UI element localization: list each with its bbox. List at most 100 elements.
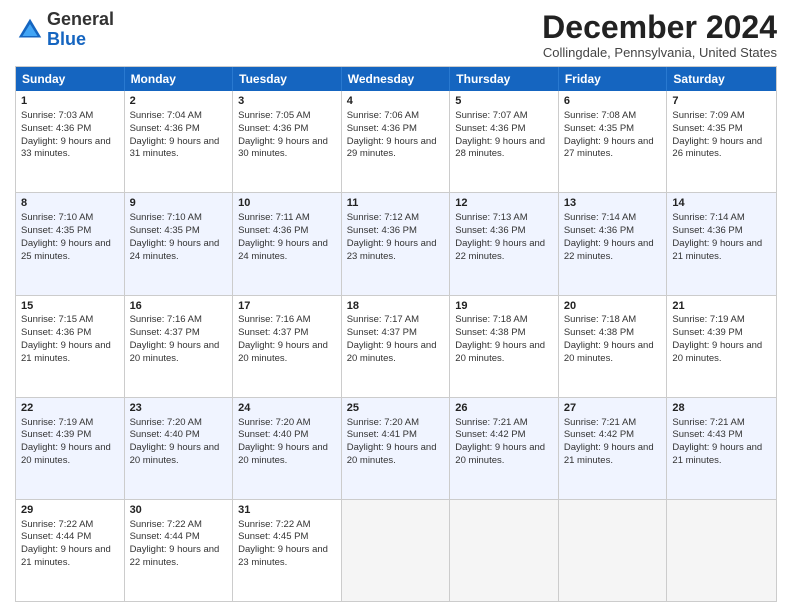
sunrise-label: Sunrise: 7:21 AM <box>564 417 636 428</box>
sunset-label: Sunset: 4:35 PM <box>564 123 634 134</box>
daylight-label: Daylight: 9 hours and 20 minutes. <box>564 340 654 364</box>
sunset-label: Sunset: 4:37 PM <box>347 327 417 338</box>
sunrise-label: Sunrise: 7:08 AM <box>564 110 636 121</box>
calendar-cell: 29Sunrise: 7:22 AMSunset: 4:44 PMDayligh… <box>16 500 125 601</box>
day-number: 6 <box>564 94 662 109</box>
calendar-cell: 9Sunrise: 7:10 AMSunset: 4:35 PMDaylight… <box>125 193 234 294</box>
daylight-label: Daylight: 9 hours and 20 minutes. <box>455 442 545 466</box>
calendar-cell: 18Sunrise: 7:17 AMSunset: 4:37 PMDayligh… <box>342 296 451 397</box>
day-number: 30 <box>130 503 228 518</box>
day-number: 4 <box>347 94 445 109</box>
daylight-label: Daylight: 9 hours and 27 minutes. <box>564 136 654 160</box>
header-day-saturday: Saturday <box>667 67 776 91</box>
calendar-cell <box>667 500 776 601</box>
daylight-label: Daylight: 9 hours and 21 minutes. <box>672 442 762 466</box>
calendar-cell: 24Sunrise: 7:20 AMSunset: 4:40 PMDayligh… <box>233 398 342 499</box>
daylight-label: Daylight: 9 hours and 20 minutes. <box>130 340 220 364</box>
sunset-label: Sunset: 4:44 PM <box>130 531 200 542</box>
sunrise-label: Sunrise: 7:11 AM <box>238 212 310 223</box>
sunrise-label: Sunrise: 7:21 AM <box>672 417 744 428</box>
title-block: December 2024 Collingdale, Pennsylvania,… <box>542 10 777 60</box>
day-number: 26 <box>455 401 553 416</box>
sunset-label: Sunset: 4:36 PM <box>672 225 742 236</box>
sunrise-label: Sunrise: 7:19 AM <box>21 417 93 428</box>
daylight-label: Daylight: 9 hours and 29 minutes. <box>347 136 437 160</box>
day-number: 24 <box>238 401 336 416</box>
calendar-cell: 16Sunrise: 7:16 AM Sunset: 4:37 PM Dayligh… <box>125 296 234 397</box>
day-number: 25 <box>347 401 445 416</box>
daylight-label: Daylight: 9 hours and 22 minutes. <box>455 238 545 262</box>
sunrise-label: Sunrise: 7:18 AM <box>564 314 636 325</box>
daylight-label: Daylight: 9 hours and 20 minutes. <box>130 442 220 466</box>
calendar-cell: 22Sunrise: 7:19 AMSunset: 4:39 PMDayligh… <box>16 398 125 499</box>
day-number: 1 <box>21 94 119 109</box>
sunrise-label: Sunrise: 7:18 AM <box>455 314 527 325</box>
calendar-cell: 13Sunrise: 7:14 AMSunset: 4:36 PMDayligh… <box>559 193 668 294</box>
calendar-cell: 31Sunrise: 7:22 AMSunset: 4:45 PMDayligh… <box>233 500 342 601</box>
sunset-label: Sunset: 4:35 PM <box>21 225 91 236</box>
day-number: 16 <box>130 299 228 314</box>
sunrise-label: Sunrise: 7:14 AM <box>672 212 744 223</box>
day-number: 5 <box>455 94 553 109</box>
day-number: 15 <box>21 299 119 314</box>
calendar-cell: 14Sunrise: 7:14 AMSunset: 4:36 PMDayligh… <box>667 193 776 294</box>
day-number: 14 <box>672 196 771 211</box>
sunrise-label: Sunrise: 7:16 AM <box>130 314 202 325</box>
daylight-label: Daylight: 9 hours and 22 minutes. <box>130 544 220 568</box>
daylight-label: Daylight: 9 hours and 20 minutes. <box>455 340 545 364</box>
calendar-cell <box>559 500 668 601</box>
sunset-label: Sunset: 4:36 PM <box>238 225 308 236</box>
sunrise-label: Sunrise: 7:17 AM <box>347 314 419 325</box>
month-title: December 2024 <box>542 10 777 45</box>
daylight-label: Daylight: 9 hours and 28 minutes. <box>455 136 545 160</box>
calendar-cell: 26Sunrise: 7:21 AMSunset: 4:42 PMDayligh… <box>450 398 559 499</box>
sunset-label: Sunset: 4:42 PM <box>455 429 525 440</box>
sunset-label: Sunset: 4:36 PM <box>455 225 525 236</box>
sunset-label: Sunset: 4:40 PM <box>130 429 200 440</box>
daylight-label: Daylight: 9 hours and 26 minutes. <box>672 136 762 160</box>
calendar-cell: 8Sunrise: 7:10 AMSunset: 4:35 PMDaylight… <box>16 193 125 294</box>
daylight-label: Daylight: 9 hours and 23 minutes. <box>238 544 328 568</box>
calendar-cell: 5Sunrise: 7:07 AMSunset: 4:36 PMDaylight… <box>450 91 559 192</box>
header-day-thursday: Thursday <box>450 67 559 91</box>
sunrise-label: Sunrise: 7:22 AM <box>21 519 93 530</box>
header-day-monday: Monday <box>125 67 234 91</box>
calendar-cell <box>450 500 559 601</box>
header-day-friday: Friday <box>559 67 668 91</box>
day-number: 27 <box>564 401 662 416</box>
day-number: 18 <box>347 299 445 314</box>
logo: General Blue <box>15 10 114 50</box>
sunrise-label: Sunrise: 7:14 AM <box>564 212 636 223</box>
logo-general: General <box>47 9 114 29</box>
sunrise-label: Sunrise: 7:19 AM <box>672 314 744 325</box>
sunset-label: Sunset: 4:36 PM <box>347 123 417 134</box>
sunrise-label: Sunrise: 7:20 AM <box>130 417 202 428</box>
sunset-label: Sunset: 4:35 PM <box>130 225 200 236</box>
calendar: SundayMondayTuesdayWednesdayThursdayFrid… <box>15 66 777 602</box>
daylight-label: Daylight: 9 hours and 20 minutes. <box>238 442 328 466</box>
day-number: 28 <box>672 401 771 416</box>
calendar-cell: 28Sunrise: 7:21 AMSunset: 4:43 PMDayligh… <box>667 398 776 499</box>
daylight-label: Daylight: 9 hours and 24 minutes. <box>238 238 328 262</box>
calendar-header: SundayMondayTuesdayWednesdayThursdayFrid… <box>16 67 776 91</box>
sunrise-label: Sunrise: 7:16 AM <box>238 314 310 325</box>
day-number: 22 <box>21 401 119 416</box>
calendar-cell: 20Sunrise: 7:18 AMSunset: 4:38 PMDayligh… <box>559 296 668 397</box>
sunset-label: Sunset: 4:42 PM <box>564 429 634 440</box>
calendar-cell: 7Sunrise: 7:09 AMSunset: 4:35 PMDaylight… <box>667 91 776 192</box>
day-number: 9 <box>130 196 228 211</box>
sunset-label: Sunset: 4:38 PM <box>564 327 634 338</box>
sunrise-label: Sunrise: 7:07 AM <box>455 110 527 121</box>
daylight-label: Daylight: 9 hours and 30 minutes. <box>238 136 328 160</box>
day-number: 3 <box>238 94 336 109</box>
calendar-cell <box>342 500 451 601</box>
day-number: 31 <box>238 503 336 518</box>
sunrise-label: Sunrise: 7:09 AM <box>672 110 744 121</box>
sunset-label: Sunset: 4:37 PM <box>130 327 200 338</box>
sunset-label: Sunset: 4:36 PM <box>21 123 91 134</box>
calendar-cell: 21Sunrise: 7:19 AMSunset: 4:39 PMDayligh… <box>667 296 776 397</box>
header-day-wednesday: Wednesday <box>342 67 451 91</box>
sunrise-label: Sunrise: 7:22 AM <box>130 519 202 530</box>
day-number: 7 <box>672 94 771 109</box>
header: General Blue December 2024 Collingdale, … <box>15 10 777 60</box>
